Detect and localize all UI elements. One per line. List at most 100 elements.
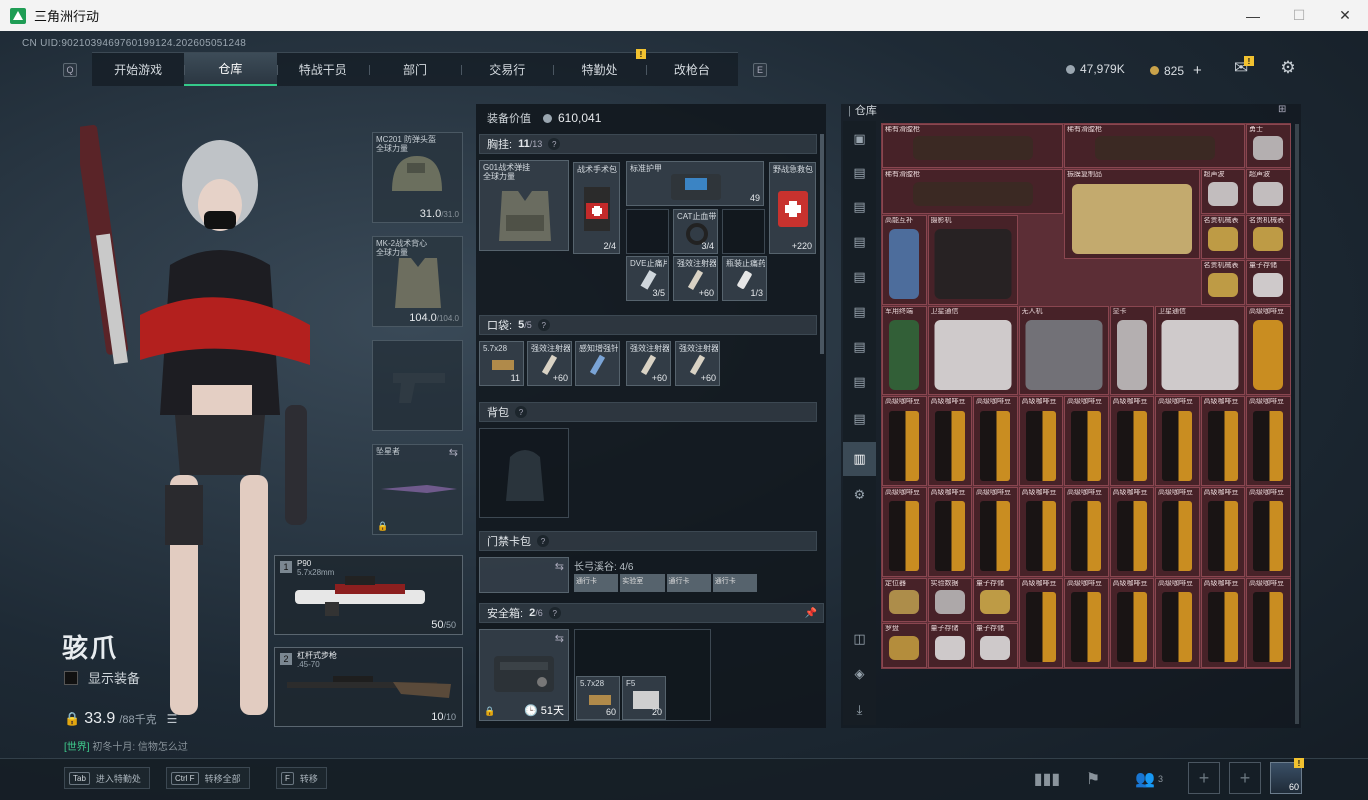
backpack-help-icon[interactable]: ? <box>515 406 527 418</box>
warehouse-tab-2-icon[interactable]: ▤ <box>843 192 876 222</box>
warehouse-item[interactable]: 稀有滑膛枪 <box>1064 124 1245 169</box>
chest-item-surgery-kit[interactable]: 战术手术包 2/4 <box>573 162 620 254</box>
warehouse-item-coffee[interactable]: 高级咖啡豆 <box>1064 487 1109 577</box>
chest-item-stim[interactable]: 强效注射器 +60 <box>673 256 718 301</box>
warehouse-item-coffee[interactable]: 高级咖啡豆 <box>1200 578 1245 668</box>
keycard-swap-icon[interactable]: ⇆ <box>555 560 564 573</box>
pocket-help-icon[interactable]: ? <box>537 319 550 331</box>
maximize-button[interactable]: ☐ <box>1276 0 1322 31</box>
warehouse-item[interactable]: 显卡 <box>1109 305 1154 396</box>
chest-item-painkiller[interactable]: DVE止痛片 3/5 <box>626 256 669 301</box>
warehouse-item-coffee[interactable]: 高级咖啡豆 <box>1246 578 1291 668</box>
keycard[interactable]: 通行卡 <box>666 574 711 592</box>
warehouse-item-coffee[interactable]: 高级咖啡豆 <box>1155 487 1200 577</box>
keycard-case-item[interactable]: ⇆ <box>479 557 569 593</box>
warehouse-item[interactable]: 罗盘 <box>882 623 927 668</box>
warehouse-tab-6-icon[interactable]: ▤ <box>843 332 876 362</box>
warehouse-item-coffee[interactable]: 高级咖啡豆 <box>1109 487 1154 577</box>
world-chat-line[interactable]: [世界] 初冬十月: 信物怎么过 <box>64 738 188 753</box>
warehouse-item-coffee[interactable]: 高级咖啡豆 <box>1018 578 1063 668</box>
tab-start-game[interactable]: 开始游戏 <box>92 53 184 86</box>
warehouse-item[interactable]: 勇士 <box>1246 124 1291 169</box>
hint-transfer[interactable]: F 转移 <box>276 767 327 789</box>
melee-slot[interactable]: 坠星者 ⇆ 🔒 <box>372 444 463 535</box>
keycard-help-icon[interactable]: ? <box>537 535 549 547</box>
warehouse-item-coffee[interactable]: 高级咖啡豆 <box>973 487 1018 577</box>
nav-prev-key[interactable]: Q <box>63 63 77 77</box>
close-button[interactable]: ✕ <box>1322 0 1368 31</box>
backpack-slot[interactable] <box>479 428 569 518</box>
add-gold-button[interactable]: + <box>1193 62 1202 79</box>
keycard[interactable]: 通行卡 <box>712 574 757 592</box>
invite-slot-button[interactable]: + <box>1188 762 1220 794</box>
show-equipment-checkbox[interactable] <box>64 670 78 685</box>
warehouse-settings-icon[interactable]: ⚙ <box>843 480 876 510</box>
safebox-help-icon[interactable]: ? <box>548 607 561 619</box>
safebox-swap-icon[interactable]: ⇆ <box>555 632 564 645</box>
warehouse-item[interactable]: 实验数据 <box>927 578 972 623</box>
warehouse-item-coffee[interactable]: 高级咖啡豆 <box>1246 396 1291 487</box>
squad-button[interactable]: 👥 3 <box>1126 762 1172 796</box>
warehouse-item[interactable]: 量子存储 <box>973 623 1018 668</box>
warehouse-tab-5-icon[interactable]: ▤ <box>843 297 876 327</box>
tab-trading[interactable]: 交易行 <box>461 53 553 86</box>
warehouse-item[interactable]: 超声波 <box>1200 169 1245 214</box>
safebox-item-f5[interactable]: F5 20 <box>622 676 666 720</box>
show-equipment-toggle[interactable]: 显示装备 <box>64 668 140 687</box>
invite-slot-button[interactable]: + <box>1229 762 1261 794</box>
warehouse-item-coffee[interactable]: 高级咖啡豆 <box>1155 578 1200 668</box>
helmet-slot[interactable]: MC201 防弹头盔 全球力量 31.0/31.0 <box>372 132 463 223</box>
warehouse-item-coffee[interactable]: 高级咖啡豆 <box>1200 396 1245 487</box>
warehouse-item-coffee[interactable]: 高级咖啡豆 <box>1200 487 1245 577</box>
warehouse-item[interactable]: 稀有滑膛枪 <box>882 124 1063 169</box>
tab-gunsmith[interactable]: 改枪台 <box>645 53 738 86</box>
settings-gear-icon[interactable]: ⚙ <box>1277 58 1299 78</box>
loadout-scrollbar[interactable] <box>820 134 824 354</box>
nav-next-key[interactable]: E <box>753 63 767 77</box>
warehouse-item[interactable]: 振膜复制品 <box>1064 169 1200 260</box>
flag-icon[interactable]: ⚑ <box>1076 762 1110 796</box>
warehouse-tab-4-icon[interactable]: ▤ <box>843 262 876 292</box>
warehouse-item[interactable]: 超声波 <box>1246 169 1291 214</box>
minimize-button[interactable]: — <box>1230 0 1276 31</box>
pocket-item-stim[interactable]: 强效注射器 +60 <box>527 341 572 386</box>
keycard[interactable]: 通行卡 <box>574 574 619 592</box>
warehouse-item-coffee[interactable]: 高级咖啡豆 <box>973 396 1018 487</box>
pistol-slot[interactable] <box>372 340 463 431</box>
warehouse-item[interactable]: 卫星通信 <box>927 305 1018 396</box>
warehouse-tab-7-icon[interactable]: ▤ <box>843 367 876 397</box>
warehouse-item-coffee[interactable]: 高级咖啡豆 <box>1018 396 1063 487</box>
warehouse-item-coffee[interactable]: 高级咖啡豆 <box>1109 396 1154 487</box>
safebox-pin-icon[interactable]: 📌 <box>805 608 817 619</box>
warehouse-tab-all-icon[interactable]: ▣ <box>843 124 876 154</box>
warehouse-item-coffee[interactable]: 高级咖啡豆 <box>1064 396 1109 487</box>
keycard[interactable]: 实验室 <box>620 574 665 592</box>
warehouse-item[interactable]: 名贵机械表 <box>1200 214 1245 260</box>
weight-list-icon[interactable]: ☰ <box>167 712 178 726</box>
warehouse-item-coffee[interactable]: 高级咖啡豆 <box>882 487 927 577</box>
warehouse-item[interactable]: 摄影机 <box>927 214 1018 305</box>
chest-rig-item[interactable]: G01战术弹挂 全球力量 <box>479 160 569 251</box>
chest-item-field-medkit[interactable]: 野战急救包 +220 <box>769 162 816 254</box>
warehouse-scrollbar[interactable] <box>1295 124 1299 724</box>
chest-help-icon[interactable]: ? <box>548 138 561 150</box>
warehouse-item[interactable]: 量子存储 <box>927 623 972 668</box>
warehouse-tab-8-icon[interactable]: ▤ <box>843 404 876 434</box>
primary-weapon-slot[interactable]: 1 P90 5.7x28mm 50/50 <box>274 555 463 635</box>
warehouse-item-coffee[interactable]: 高级咖啡豆 <box>1246 487 1291 577</box>
warehouse-item[interactable]: 无人机 <box>1018 305 1109 396</box>
warehouse-item-coffee[interactable]: 高级咖啡豆 <box>927 396 972 487</box>
hint-enter-special-ops[interactable]: Tab 进入特勤处 <box>64 767 150 789</box>
pocket-item-stim[interactable]: 强效注射器 +60 <box>626 341 671 386</box>
warehouse-item-coffee[interactable]: 高级咖啡豆 <box>1155 396 1200 487</box>
warehouse-tab-3-icon[interactable]: ▤ <box>843 227 876 257</box>
tab-operators[interactable]: 特战干员 <box>276 53 369 86</box>
warehouse-item-coffee[interactable]: 高级咖啡豆 <box>1018 487 1063 577</box>
warehouse-item-coffee[interactable]: 高级咖啡豆 <box>882 396 927 487</box>
warehouse-item[interactable]: 卫星通信 <box>1155 305 1245 396</box>
warehouse-item[interactable]: 高级咖啡豆 <box>1246 305 1291 396</box>
tab-department[interactable]: 部门 <box>368 53 461 86</box>
safebox-item-ammo[interactable]: 5.7x28 60 <box>576 676 620 720</box>
warehouse-layers-icon[interactable]: ◈ <box>843 659 876 689</box>
warehouse-sort-icon[interactable]: ⊞ <box>1278 104 1286 115</box>
